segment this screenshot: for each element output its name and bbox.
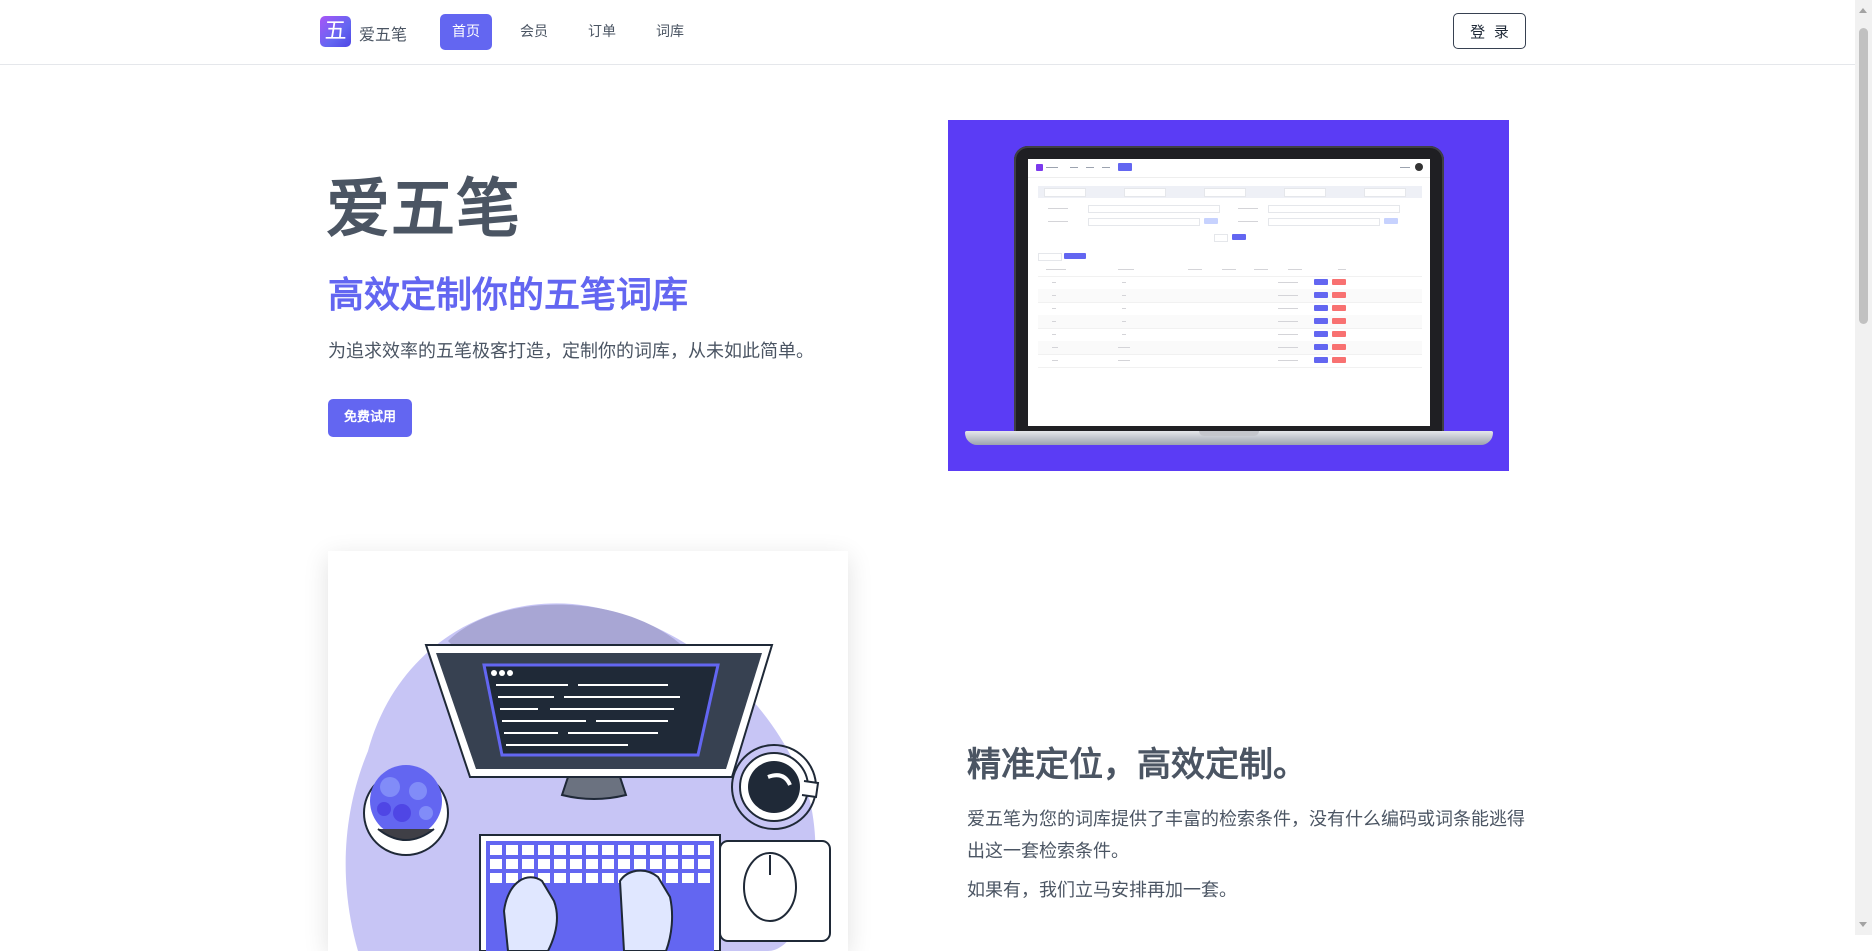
- mini-logo-icon: [1036, 164, 1043, 171]
- page-scrollbar[interactable]: [1855, 0, 1872, 935]
- feature-description-extra: 如果有，我们立马安排再加一套。: [967, 880, 1237, 901]
- feature-description: 爱五笔为您的词库提供了丰富的检索条件，没有什么编码或词条能逃得出这一套检索条件。: [967, 809, 1525, 862]
- hero-description: 为追求效率的五笔极客打造，定制你的词库，从未如此简单。: [328, 341, 814, 362]
- nav-item-membership[interactable]: 会员: [508, 14, 560, 50]
- mini-table-row: [1038, 289, 1422, 303]
- feature-title: 精准定位，高效定制。: [967, 745, 1307, 785]
- developer-desk-illustration: [345, 603, 840, 951]
- mini-tabs: [1038, 186, 1422, 198]
- laptop-lid: [1014, 146, 1444, 434]
- login-button[interactable]: 登 录: [1453, 13, 1526, 49]
- nav-item-dictionary[interactable]: 词库: [644, 14, 696, 50]
- mini-table-row: [1038, 341, 1422, 355]
- feature-illustration-card: [328, 551, 848, 951]
- mini-nav: [1028, 159, 1430, 178]
- mini-table-row: [1038, 354, 1422, 368]
- scroll-down-icon[interactable]: [1859, 922, 1867, 927]
- hero-title: 爱五笔: [326, 173, 521, 247]
- mini-table-header: [1038, 263, 1422, 277]
- nav-item-orders[interactable]: 订单: [576, 14, 628, 50]
- top-nav: 五 爱五笔 首页 会员 订单 词库 登 录: [0, 0, 1855, 65]
- mini-table-row: [1038, 315, 1422, 329]
- mini-table-row: [1038, 328, 1422, 342]
- mini-table-row: [1038, 276, 1422, 290]
- scrollbar-thumb[interactable]: [1859, 28, 1868, 324]
- scroll-up-icon[interactable]: [1859, 8, 1867, 13]
- hero-laptop-image: [948, 120, 1509, 471]
- nav-item-home[interactable]: 首页: [440, 14, 492, 50]
- logo-icon[interactable]: 五: [320, 16, 351, 47]
- brand-name[interactable]: 爱五笔: [359, 21, 407, 45]
- mini-table-row: [1038, 302, 1422, 316]
- laptop-base: [965, 431, 1493, 445]
- laptop-screen-preview: [1028, 159, 1430, 426]
- free-trial-button[interactable]: 免费试用: [328, 399, 412, 437]
- hero-subtitle: 高效定制你的五笔词库: [328, 275, 689, 316]
